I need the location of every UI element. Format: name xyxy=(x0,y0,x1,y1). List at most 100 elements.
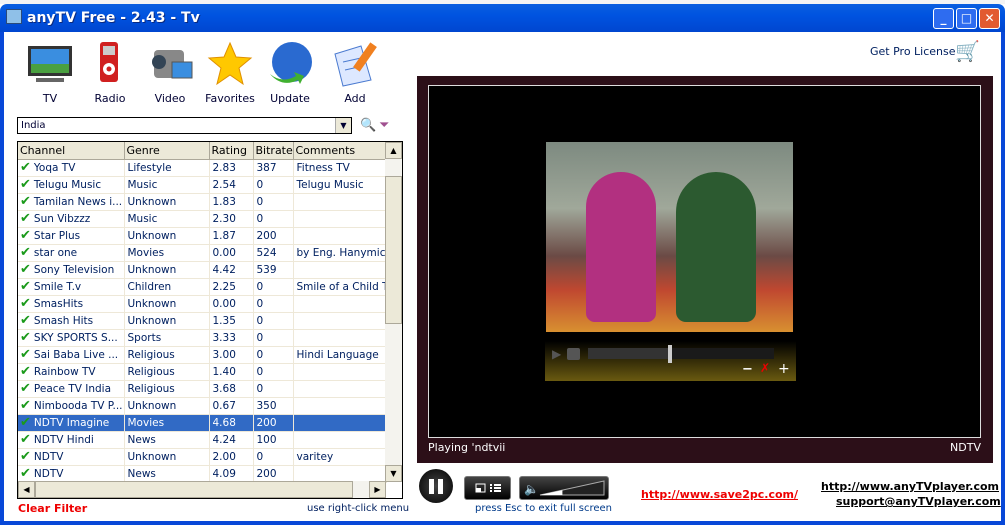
cell-genre: Religious xyxy=(124,346,210,364)
check-icon: ✔ xyxy=(20,279,31,294)
country-filter-select[interactable]: India ▼ xyxy=(17,117,352,134)
toolbar-add-button[interactable]: Add xyxy=(325,40,385,105)
play-icon[interactable]: ▶ xyxy=(552,347,561,361)
cell-text: Nimbooda TV P... xyxy=(33,400,123,412)
cell-bitrate: 0 xyxy=(253,448,294,466)
scroll-thumb[interactable] xyxy=(385,176,402,324)
table-row[interactable]: ✔ NDTV News 4.09 200 xyxy=(18,465,387,483)
cell-text: 4.24 xyxy=(212,433,236,446)
cell-text: 0 xyxy=(256,382,264,395)
cell-text: 2.25 xyxy=(212,280,236,293)
table-row[interactable]: ✔ Smash Hits Unknown 1.35 0 xyxy=(18,312,387,330)
cell-text: 200 xyxy=(256,416,277,429)
table-row[interactable]: ✔ star one Movies 0.00 524 by Eng. Hanymich xyxy=(18,244,387,262)
support-email-link[interactable]: support@anyTVplayer.com xyxy=(836,495,1001,508)
column-header-comments[interactable]: Comments xyxy=(293,142,387,160)
table-row[interactable]: ✔ Tamilan News i... Unknown 1.83 0 xyxy=(18,193,387,211)
toolbar-tv-button[interactable]: TV xyxy=(20,40,80,105)
table-row[interactable]: ✔ SmasHits Unknown 0.00 0 xyxy=(18,295,387,313)
cell-channel: ✔ NDTV Imagine xyxy=(18,414,125,432)
seek-handle[interactable] xyxy=(667,345,672,363)
seek-bar[interactable] xyxy=(588,345,774,363)
cell-channel: ✔ Yoqa TV xyxy=(18,159,125,177)
right-click-hint: use right-click menu xyxy=(307,503,410,514)
cell-channel: ✔ Rainbow TV xyxy=(18,363,125,381)
column-header-channel[interactable]: Channel xyxy=(18,142,125,160)
table-row[interactable]: ✔ Telugu Music Music 2.54 0 Telugu Music xyxy=(18,176,387,194)
cell-text: Religious xyxy=(127,365,175,378)
toolbar-update-button[interactable]: Update xyxy=(260,40,320,105)
table-row[interactable]: ✔ SKY SPORTS S... Sports 3.33 0 xyxy=(18,329,387,347)
toolbar-label: Radio xyxy=(94,92,126,105)
table-row[interactable]: ✔ NDTV Imagine Movies 4.68 200 xyxy=(18,414,387,432)
cell-text: by Eng. Hanymich xyxy=(296,246,386,259)
cell-rating: 1.87 xyxy=(209,227,254,245)
toolbar-video-button[interactable]: Video xyxy=(140,40,200,105)
volume-slider[interactable]: 🔈 xyxy=(520,477,608,499)
cell-comments xyxy=(293,465,387,483)
column-header-bitrate[interactable]: Bitrate xyxy=(253,142,294,160)
toolbar-radio-button[interactable]: Radio xyxy=(80,40,140,105)
get-pro-license-link[interactable]: Get Pro License xyxy=(870,45,956,58)
cell-rating: 0.67 xyxy=(209,397,254,415)
mute-icon[interactable]: ✗ xyxy=(760,361,770,375)
scroll-right-button[interactable]: ▶ xyxy=(369,481,386,498)
column-header-rating[interactable]: Rating xyxy=(209,142,254,160)
cell-rating: 1.40 xyxy=(209,363,254,381)
table-row[interactable]: ✔ Sony Television Unknown 4.42 539 xyxy=(18,261,387,279)
layout-toggle-button[interactable] xyxy=(464,476,511,500)
cell-comments xyxy=(293,380,387,398)
cell-genre: Unknown xyxy=(124,397,210,415)
table-row[interactable]: ✔ NDTV Hindi News 4.24 100 xyxy=(18,431,387,449)
website-link[interactable]: http://www.anyTVplayer.com xyxy=(821,480,999,493)
pause-button[interactable] xyxy=(419,469,453,503)
save2pc-link[interactable]: http://www.save2pc.com/ xyxy=(641,488,798,501)
column-header-genre[interactable]: Genre xyxy=(124,142,210,160)
stop-icon[interactable] xyxy=(567,348,580,360)
cell-text: Sports xyxy=(127,331,162,344)
scroll-up-button[interactable]: ▲ xyxy=(385,142,402,159)
maximize-button[interactable]: □ xyxy=(956,8,977,29)
cell-text: Telugu Music xyxy=(296,178,364,191)
channel-table[interactable]: Channel Genre Rating Bitrate Comments ✔ Yoqa … xyxy=(17,141,403,499)
minimize-button[interactable]: _ xyxy=(933,8,954,29)
volume-up-button[interactable]: + xyxy=(778,361,790,377)
table-row[interactable]: ✔ NDTV Unknown 2.00 0 varitey xyxy=(18,448,387,466)
cell-rating: 4.09 xyxy=(209,465,254,483)
table-row[interactable]: ✔ Sun Vibzzz Music 2.30 0 xyxy=(18,210,387,228)
title-bar[interactable]: anyTV Free - 2.43 - Tv _ □ ✕ xyxy=(0,4,1005,32)
cell-text: 2.30 xyxy=(212,212,236,225)
table-row[interactable]: ✔ Star Plus Unknown 1.87 200 xyxy=(18,227,387,245)
table-row[interactable]: ✔ Rainbow TV Religious 1.40 0 xyxy=(18,363,387,381)
cell-text: varitey xyxy=(296,450,334,463)
cell-text: Rainbow TV xyxy=(33,366,96,378)
cell-genre: Lifestyle xyxy=(124,159,210,177)
table-row[interactable]: ✔ Peace TV India Religious 3.68 0 xyxy=(18,380,387,398)
table-row[interactable]: ✔ Smile T.v Children 2.25 0 Smile of a Child … xyxy=(18,278,387,296)
scroll-thumb[interactable] xyxy=(35,481,353,498)
cell-text: 2.83 xyxy=(212,161,236,174)
table-row[interactable]: ✔ Nimbooda TV P... Unknown 0.67 350 xyxy=(18,397,387,415)
horizontal-scrollbar[interactable]: ◀ ▶ xyxy=(18,481,386,498)
cell-text: Sony Television xyxy=(33,264,115,276)
clear-filter-link[interactable]: Clear Filter xyxy=(18,502,87,515)
volume-down-button[interactable]: − xyxy=(742,362,753,377)
video-screen[interactable]: ▶ − ✗ + xyxy=(428,85,981,438)
toolbar-label: Add xyxy=(344,92,366,105)
cell-text: Movies xyxy=(127,246,165,259)
table-row[interactable]: ✔ Yoqa TV Lifestyle 2.83 387 Fitness TV xyxy=(18,159,387,177)
table-row[interactable]: ✔ Sai Baba Live ... Religious 3.00 0 Hindi La… xyxy=(18,346,387,364)
shopping-cart-icon[interactable]: 🛒 xyxy=(955,39,980,63)
check-icon: ✔ xyxy=(20,194,31,209)
scroll-left-button[interactable]: ◀ xyxy=(18,481,35,498)
scroll-down-button[interactable]: ▼ xyxy=(385,465,402,482)
toolbar-favorites-button[interactable]: Favorites xyxy=(200,40,260,105)
volume-control[interactable]: 🔈 xyxy=(519,476,609,500)
close-button[interactable]: ✕ xyxy=(979,8,1000,29)
search-icon[interactable]: 🔍 xyxy=(360,118,376,133)
filter-icon[interactable]: ⏷ xyxy=(379,118,389,133)
cell-comments xyxy=(293,329,387,347)
cell-genre: Sports xyxy=(124,329,210,347)
chevron-down-icon[interactable]: ▼ xyxy=(335,118,351,133)
vertical-scrollbar[interactable]: ▲ ▼ xyxy=(385,142,402,482)
